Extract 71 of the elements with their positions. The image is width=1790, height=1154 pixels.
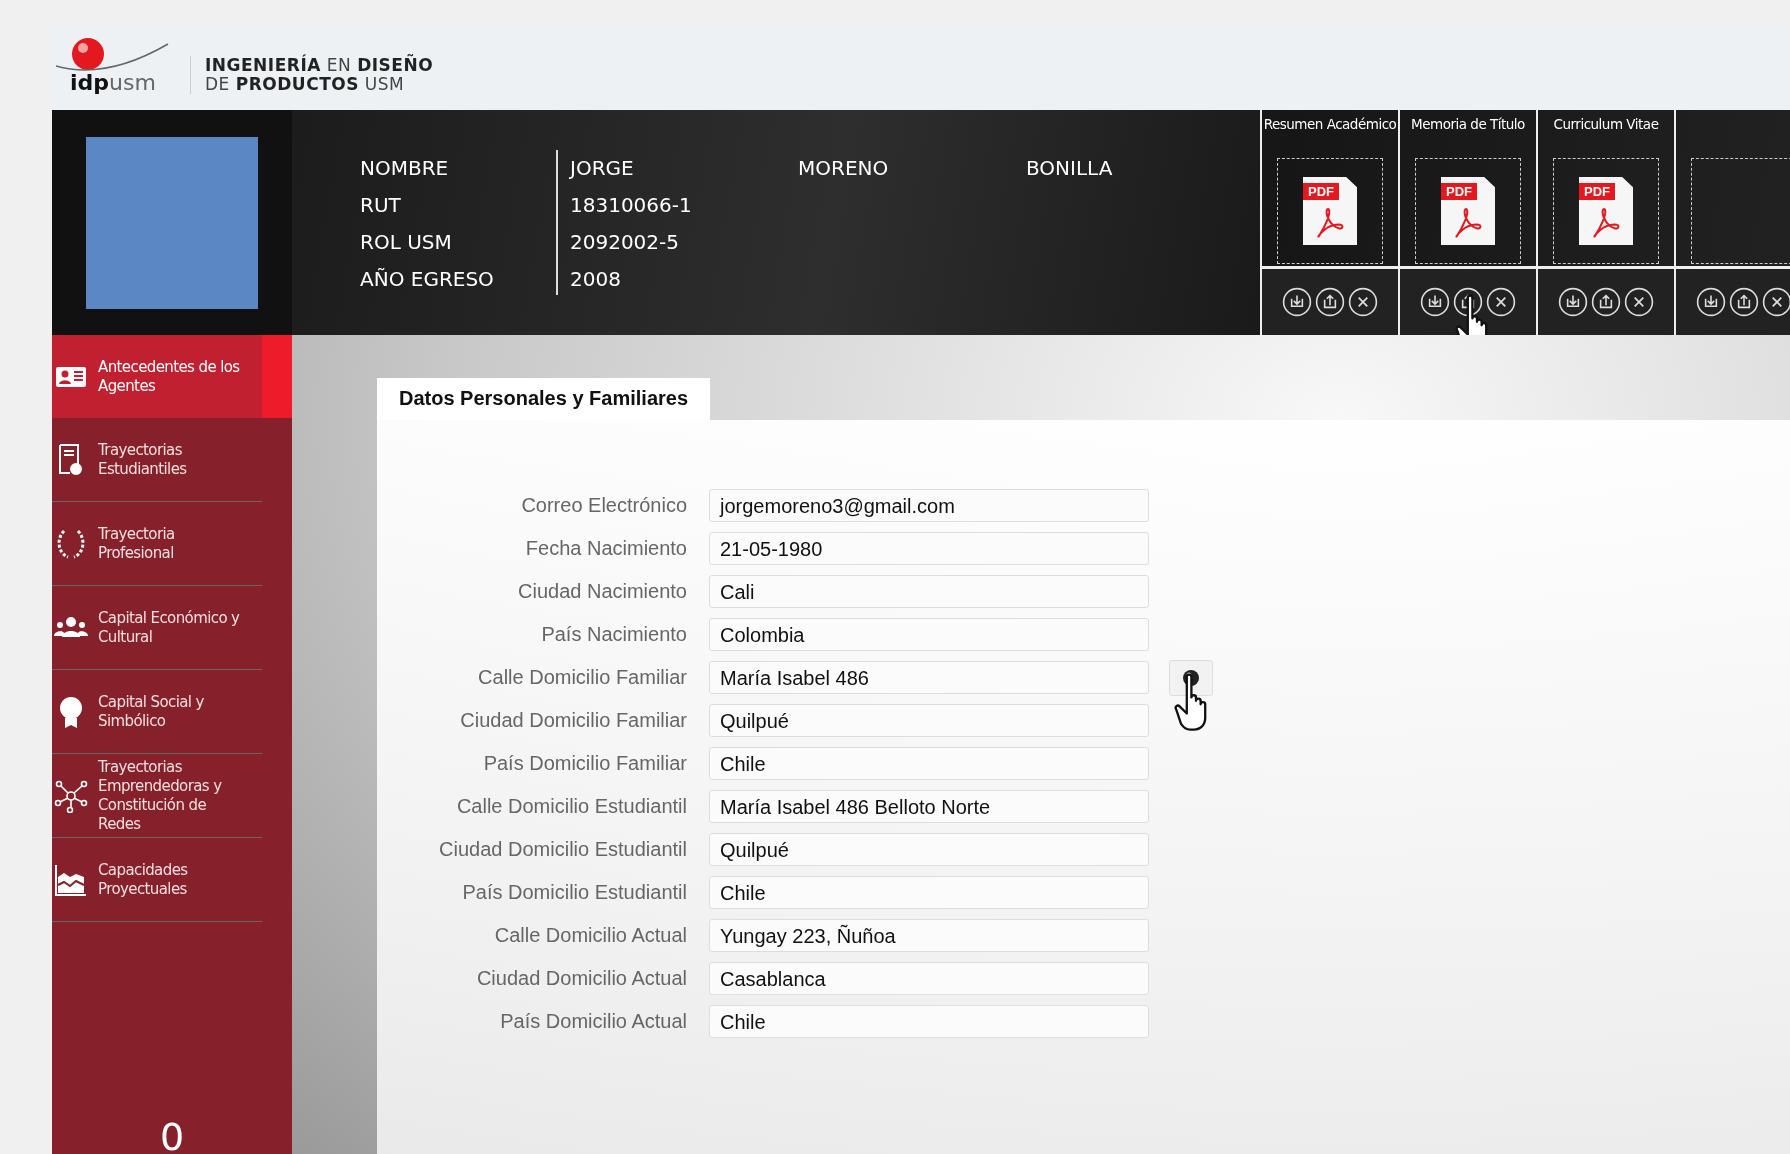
input-field[interactable]: Chile	[709, 876, 1149, 909]
profile-value: 18310066-1	[570, 192, 693, 219]
field-label: País Nacimiento	[540, 623, 688, 646]
download-icon[interactable]	[1282, 287, 1312, 317]
close-icon[interactable]	[1486, 287, 1516, 317]
profile-value: BONILLA	[1026, 155, 1114, 182]
field-label: Ciudad Domicilio Estudiantil	[438, 838, 688, 861]
network-icon	[54, 778, 88, 813]
document-title: Memoria de Título	[1411, 115, 1525, 134]
input-field[interactable]: jorgemoreno3@gmail.com	[709, 489, 1149, 522]
close-icon[interactable]	[1762, 287, 1790, 317]
profile-label: ROL USM	[360, 229, 453, 256]
institution-name-line: INGENIERÍA EN DISEÑO	[205, 55, 434, 75]
upload-icon[interactable]	[1315, 287, 1345, 317]
pdf-file-icon: PDF	[1441, 177, 1495, 245]
field-label: Fecha Nacimiento	[524, 537, 688, 560]
pdf-file-icon: PDF	[1303, 177, 1357, 245]
field-label: Calle Domicilio Estudiantil	[455, 795, 688, 818]
field-label: Calle Domicilio Actual	[493, 924, 688, 947]
input-field[interactable]: Chile	[709, 747, 1149, 780]
field-label: Ciudad Nacimiento	[517, 580, 688, 603]
sidebar-item[interactable]: Trayectorias Emprendedoras y Constitución de Redes	[52, 754, 262, 838]
download-icon[interactable]	[1696, 287, 1726, 317]
input-field[interactable]: María Isabel 486 Belloto Norte	[709, 790, 1149, 823]
field-label: Ciudad Domicilio Actual	[475, 967, 688, 990]
field-label: País Domicilio Actual	[499, 1010, 688, 1033]
sidebar-item[interactable]: Trayectoria Profesional	[52, 502, 262, 586]
sidebar-item[interactable]: Capital Económico y Cultural	[52, 586, 262, 670]
counter: 0	[158, 1118, 186, 1154]
sidebar-item[interactable]: Trayectorias Estudiantiles	[52, 418, 262, 502]
upload-icon[interactable]	[1591, 287, 1621, 317]
input-field[interactable]: 21-05-1980	[709, 532, 1149, 565]
input-field[interactable]: Cali	[709, 575, 1149, 608]
field-label: País Domicilio Estudiantil	[461, 881, 688, 904]
profile-value: 2092002-5	[570, 229, 680, 256]
profile-value: 2008	[570, 266, 622, 293]
sidebar-item[interactable]: Antecedentes de los Agentes	[52, 335, 292, 418]
document-tile[interactable]: Resumen Académico PDF	[1262, 110, 1398, 269]
map-button[interactable]	[1169, 659, 1213, 696]
document-tile[interactable]: Memoria de Título PDF	[1400, 110, 1536, 269]
document-tile[interactable]: Curriculum Vitae PDF	[1538, 110, 1674, 269]
upload-icon[interactable]	[1729, 287, 1759, 317]
profile-value: JORGE	[570, 155, 635, 182]
field-label: Correo Electrónico	[520, 494, 688, 517]
section-tab[interactable]: Datos Personales y Familiares	[377, 378, 711, 420]
sidebar-item[interactable]: Capital Social y Simbólico	[52, 670, 262, 754]
pdf-file-icon: PDF	[1579, 177, 1633, 245]
document-title: Resumen Académico	[1263, 115, 1397, 134]
field-label: Ciudad Domicilio Familiar	[459, 709, 688, 732]
download-icon[interactable]	[1420, 287, 1450, 317]
profile-label: RUT	[360, 192, 402, 219]
document-tile[interactable]	[1676, 110, 1790, 269]
field-label: Calle Domicilio Familiar	[477, 666, 688, 689]
sidebar-item[interactable]: Capacidades Proyectuales	[52, 838, 262, 922]
profile-value: MORENO	[798, 155, 890, 182]
input-field[interactable]: Chile	[709, 1005, 1149, 1038]
input-field[interactable]: Yungay 223, Ñuñoa	[709, 919, 1149, 952]
download-icon[interactable]	[1558, 287, 1588, 317]
input-field[interactable]: María Isabel 486	[709, 661, 1149, 694]
field-label: País Domicilio Familiar	[482, 752, 688, 775]
close-icon[interactable]	[1624, 287, 1654, 317]
profile-label: NOMBRE	[360, 155, 450, 182]
close-icon[interactable]	[1348, 287, 1378, 317]
input-field[interactable]: Colombia	[709, 618, 1149, 651]
input-field[interactable]: Quilpué	[709, 833, 1149, 866]
input-field[interactable]: Quilpué	[709, 704, 1149, 737]
document-title: Curriculum Vitae	[1553, 115, 1659, 134]
logo-wordmark: idpusm	[70, 71, 157, 94]
input-field[interactable]: Casablanca	[709, 962, 1149, 995]
institution-name-line: DE PRODUCTOS USM	[205, 74, 406, 94]
profile-label: AÑO EGRESO	[360, 266, 495, 293]
